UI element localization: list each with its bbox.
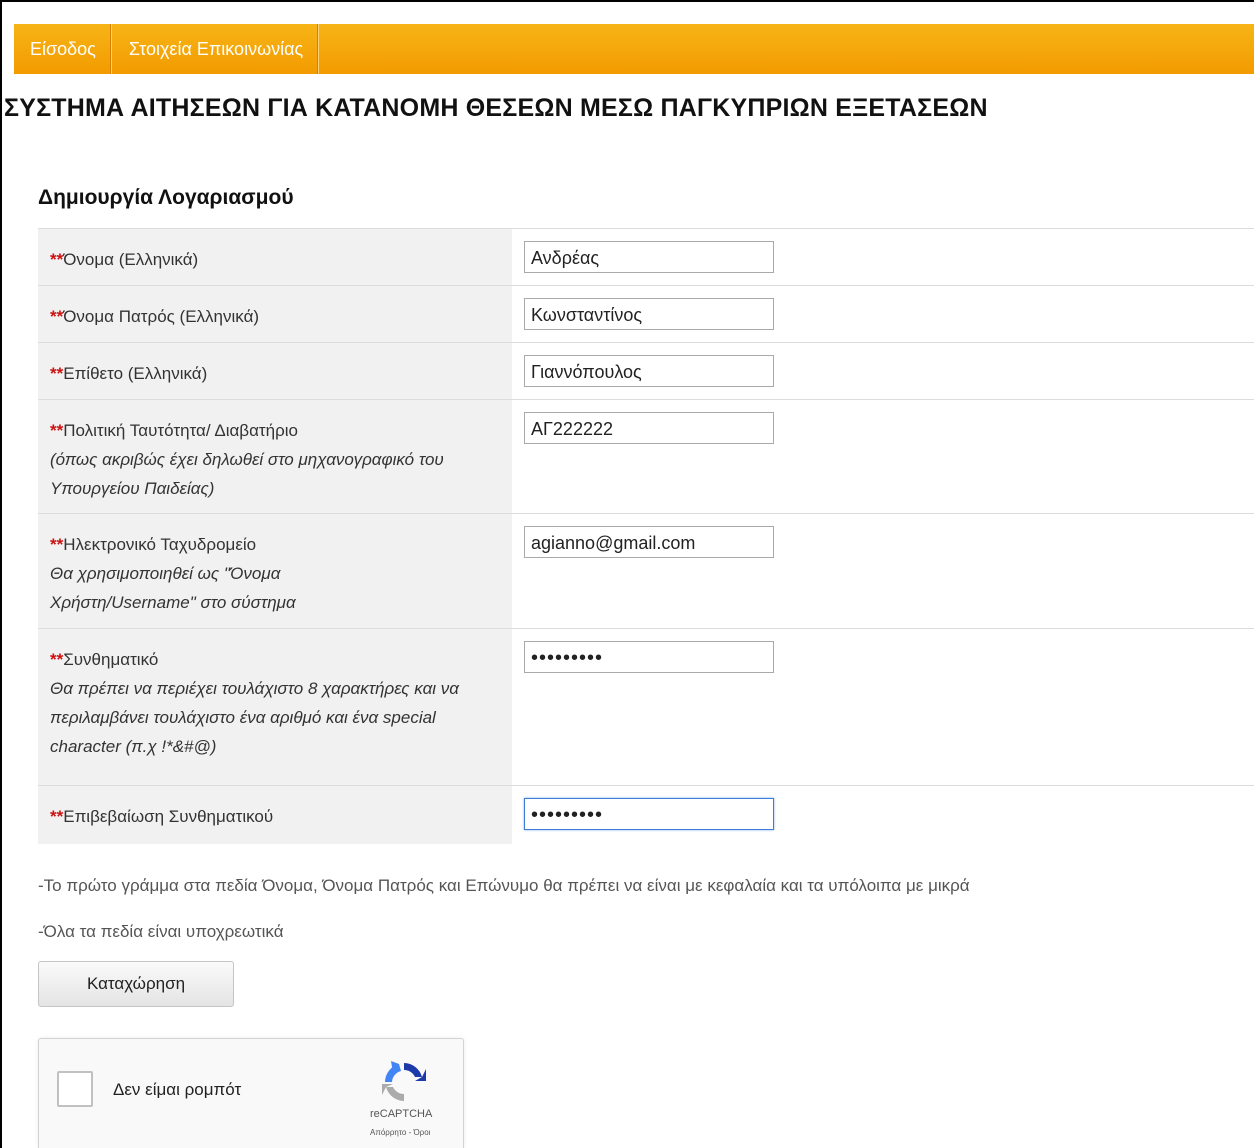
registration-form: **Όνομα (Ελληνικά) **Όνομα Πατρός (Ελλην… (38, 228, 1254, 844)
email-hint: Θα χρησιμοποιηθεί ως "Όνομα Χρήστη/Usern… (50, 564, 296, 612)
field-label-cell: **Επιβεβαίωση Συνθηματικού (38, 785, 512, 844)
surname-input[interactable] (524, 355, 774, 387)
page-title: ΣΥΣΤΗΜΑ ΑΙΤΗΣΕΩΝ ΓΙΑ ΚΑΤΑΝΟΜΗ ΘΕΣΕΩΝ ΜΕΣ… (4, 94, 988, 122)
top-border (2, 0, 1254, 10)
form-row-password: **Συνθηματικό Θα πρέπει να περιέχει τουλ… (38, 628, 1254, 786)
field-label-cell: **Συνθηματικό Θα πρέπει να περιέχει τουλ… (38, 628, 512, 786)
page: Είσοδος Στοιχεία Επικοινωνίας ΣΥΣΤΗΜΑ ΑΙ… (0, 0, 1254, 1148)
field-label-cell: **Ηλεκτρονικό Ταχυδρομείο Θα χρησιμοποιη… (38, 513, 512, 629)
section-title: Δημιουργία Λογαριασμού (38, 186, 294, 209)
father-name-input[interactable] (524, 298, 774, 330)
password-input[interactable] (524, 641, 774, 673)
required-mark: ** (50, 364, 64, 383)
form-row-id-passport: **Πολιτική Ταυτότητα/ Διαβατήριο (όπως α… (38, 399, 1254, 514)
email-label: Ηλεκτρονικό Ταχυδρομείο (63, 535, 257, 554)
capitalization-note: -Το πρώτο γράμμα στα πεδία Όνομα, Όνομα … (38, 876, 970, 895)
field-input-cell (512, 228, 1254, 286)
submit-button[interactable]: Καταχώρηση (38, 961, 234, 1007)
recaptcha-links[interactable]: Απόρρητο - Όροι (370, 1128, 430, 1137)
recaptcha-widget: Δεν είμαι ρομπότ reCAPTCHA Απόρρητο - Όρ… (38, 1038, 464, 1148)
email-input[interactable] (524, 526, 774, 558)
first-name-label: Όνομα (Ελληνικά) (63, 250, 199, 269)
field-input-cell (512, 785, 1254, 844)
recaptcha-label: Δεν είμαι ρομπότ (113, 1080, 242, 1099)
field-input-cell (512, 399, 1254, 514)
form-row-surname: **Επίθετο (Ελληνικά) (38, 342, 1254, 400)
required-mark: ** (50, 421, 64, 440)
top-nav: Είσοδος Στοιχεία Επικοινωνίας (14, 24, 1254, 74)
father-name-label: Όνομα Πατρός (Ελληνικά) (63, 307, 260, 326)
required-mark: ** (50, 650, 64, 669)
required-mark: ** (50, 535, 64, 554)
recaptcha-checkbox[interactable] (57, 1071, 93, 1107)
field-input-cell (512, 285, 1254, 343)
confirm-password-label: Επιβεβαίωση Συνθηματικού (63, 807, 274, 826)
form-row-email: **Ηλεκτρονικό Ταχυδρομείο Θα χρησιμοποιη… (38, 513, 1254, 629)
field-input-cell (512, 513, 1254, 629)
first-name-input[interactable] (524, 241, 774, 273)
confirm-password-input[interactable] (524, 798, 774, 830)
nav-item-contact[interactable]: Στοιχεία Επικοινωνίας (111, 24, 319, 74)
password-hint: Θα πρέπει να περιέχει τουλάχιστο 8 χαρακ… (50, 679, 459, 756)
id-passport-label: Πολιτική Ταυτότητα/ Διαβατήριο (63, 421, 298, 440)
required-mark: ** (50, 307, 64, 326)
required-mark: ** (50, 250, 64, 269)
form-row-father-name: **Όνομα Πατρός (Ελληνικά) (38, 285, 1254, 343)
all-required-note: -Όλα τα πεδία είναι υποχρεωτικά (38, 922, 284, 941)
field-label-cell: **Επίθετο (Ελληνικά) (38, 342, 512, 400)
field-label-cell: **Πολιτική Ταυτότητα/ Διαβατήριο (όπως α… (38, 399, 512, 514)
surname-label: Επίθετο (Ελληνικά) (63, 364, 208, 383)
id-passport-input[interactable] (524, 412, 774, 444)
password-label: Συνθηματικό (63, 650, 159, 669)
form-row-confirm-password: **Επιβεβαίωση Συνθηματικού (38, 785, 1254, 844)
recaptcha-brand: reCAPTCHA (370, 1108, 433, 1120)
nav-item-login[interactable]: Είσοδος (14, 24, 111, 74)
recaptcha-logo-icon (382, 1061, 426, 1101)
id-passport-hint: (όπως ακριβώς έχει δηλωθεί στο μηχανογρα… (50, 450, 444, 498)
field-input-cell (512, 628, 1254, 786)
field-input-cell (512, 342, 1254, 400)
field-label-cell: **Όνομα (Ελληνικά) (38, 228, 512, 286)
form-row-first-name: **Όνομα (Ελληνικά) (38, 228, 1254, 286)
required-mark: ** (50, 807, 64, 826)
field-label-cell: **Όνομα Πατρός (Ελληνικά) (38, 285, 512, 343)
